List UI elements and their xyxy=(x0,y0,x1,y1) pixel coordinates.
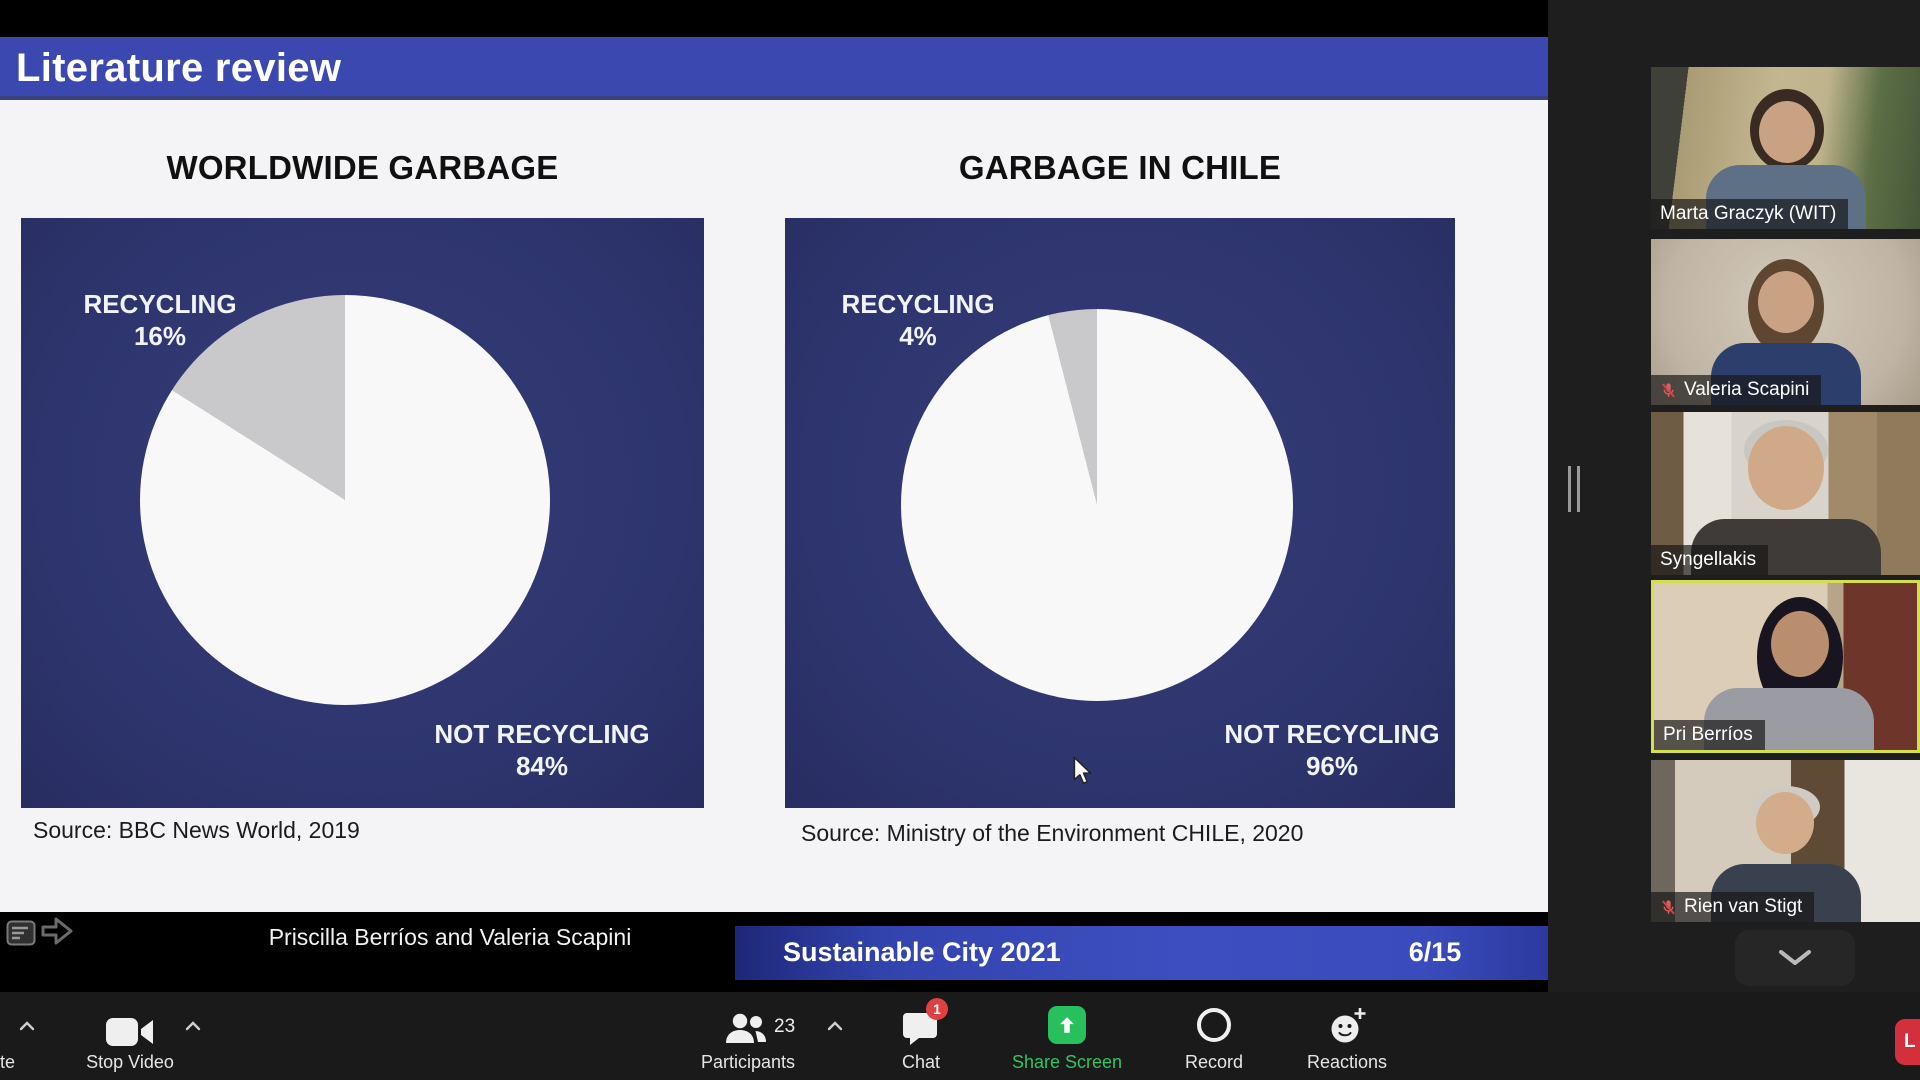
share-screen-icon[interactable] xyxy=(1048,1006,1086,1044)
participant-tile[interactable]: Marta Graczyk (WIT) xyxy=(1651,67,1920,229)
mute-options-caret-icon[interactable] xyxy=(18,1020,36,1031)
chat-unread-badge: 1 xyxy=(926,998,948,1020)
slide-title-bar: Literature review xyxy=(0,37,1548,100)
slide-page-number: 6/15 xyxy=(1375,937,1495,968)
reactions-smiley-icon[interactable] xyxy=(1328,1006,1368,1046)
mic-muted-icon xyxy=(1660,382,1677,399)
source-chile: Source: Ministry of the Environment CHIL… xyxy=(801,820,1303,847)
stop-video-button[interactable]: Stop Video xyxy=(50,1052,210,1073)
share-screen-button[interactable]: Share Screen xyxy=(987,1052,1147,1073)
label-recycling-chile: RECYCLING 4% xyxy=(808,288,1028,352)
presentation-slide: Literature review WORLDWIDE GARBAGE GARB… xyxy=(0,37,1548,912)
zoom-meeting-window: Literature review WORLDWIDE GARBAGE GARB… xyxy=(0,0,1920,1080)
chat-button[interactable]: Chat xyxy=(851,1052,991,1073)
participant-name: Rien van Stigt xyxy=(1684,896,1802,918)
participants-icon[interactable] xyxy=(724,1012,768,1046)
participants-button[interactable]: Participants xyxy=(658,1052,838,1073)
participant-name: Marta Graczyk (WIT) xyxy=(1660,203,1836,225)
presentation-footer: Priscilla Berríos and Valeria Scapini Su… xyxy=(0,912,1548,992)
chart-title-chile: GARBAGE IN CHILE xyxy=(785,149,1455,187)
label-recycling-worldwide: RECYCLING 16% xyxy=(50,288,270,352)
participant-name-tag: Marta Graczyk (WIT) xyxy=(1651,199,1848,229)
conference-name: Sustainable City 2021 xyxy=(783,937,1061,968)
participant-tile[interactable]: Valeria Scapini xyxy=(1651,239,1920,405)
slide-footer-bar: Sustainable City 2021 6/15 xyxy=(735,926,1548,980)
pie-chart-worldwide: RECYCLING 16% NOT RECYCLING 84% xyxy=(21,218,704,808)
chart-title-worldwide: WORLDWIDE GARBAGE xyxy=(21,149,704,187)
participant-name-tag: Pri Berríos xyxy=(1654,720,1765,750)
record-button[interactable]: Record xyxy=(1144,1052,1284,1073)
participant-tile[interactable]: Rien van Stigt xyxy=(1651,760,1920,922)
participants-count: 23 xyxy=(774,1016,795,1038)
video-camera-icon[interactable] xyxy=(106,1016,154,1048)
chevron-down-icon xyxy=(1776,948,1814,968)
mic-muted-icon xyxy=(1660,899,1677,916)
mute-button[interactable]: te xyxy=(0,1052,30,1073)
record-icon[interactable] xyxy=(1197,1008,1231,1042)
participant-tile[interactable]: Syngellakis xyxy=(1651,412,1920,575)
leave-button[interactable]: L xyxy=(1895,1019,1920,1065)
source-worldwide: Source: BBC News World, 2019 xyxy=(33,817,360,844)
panel-resize-handle[interactable] xyxy=(1568,466,1580,512)
participants-panel: Marta Graczyk (WIT) Valeria Scapini Syng… xyxy=(1548,0,1920,992)
video-options-caret-icon[interactable] xyxy=(184,1020,202,1031)
participant-name: Syngellakis xyxy=(1660,549,1756,571)
shared-screen-area: Literature review WORLDWIDE GARBAGE GARB… xyxy=(0,0,1548,992)
participants-options-caret-icon[interactable] xyxy=(826,1020,844,1031)
participant-name: Valeria Scapini xyxy=(1684,379,1809,401)
label-not-recycling-chile: NOT RECYCLING 96% xyxy=(1182,718,1482,782)
label-not-recycling-worldwide: NOT RECYCLING 84% xyxy=(392,718,692,782)
meeting-toolbar: te Stop Video 23 Participants 1 Chat Sha… xyxy=(0,992,1920,1080)
participant-name-tag: Rien van Stigt xyxy=(1651,892,1814,922)
participant-name-tag: Syngellakis xyxy=(1651,545,1768,575)
pie-chile xyxy=(901,309,1293,701)
collapse-videos-button[interactable] xyxy=(1735,930,1855,986)
pie-chart-chile: RECYCLING 4% NOT RECYCLING 96% xyxy=(785,218,1455,808)
participant-name-tag: Valeria Scapini xyxy=(1651,375,1821,405)
reactions-button[interactable]: Reactions xyxy=(1267,1052,1427,1073)
participant-tile[interactable]: Pri Berríos xyxy=(1651,580,1920,753)
slide-title: Literature review xyxy=(0,37,1548,91)
pie-worldwide xyxy=(140,295,550,705)
participant-name: Pri Berríos xyxy=(1663,724,1753,746)
